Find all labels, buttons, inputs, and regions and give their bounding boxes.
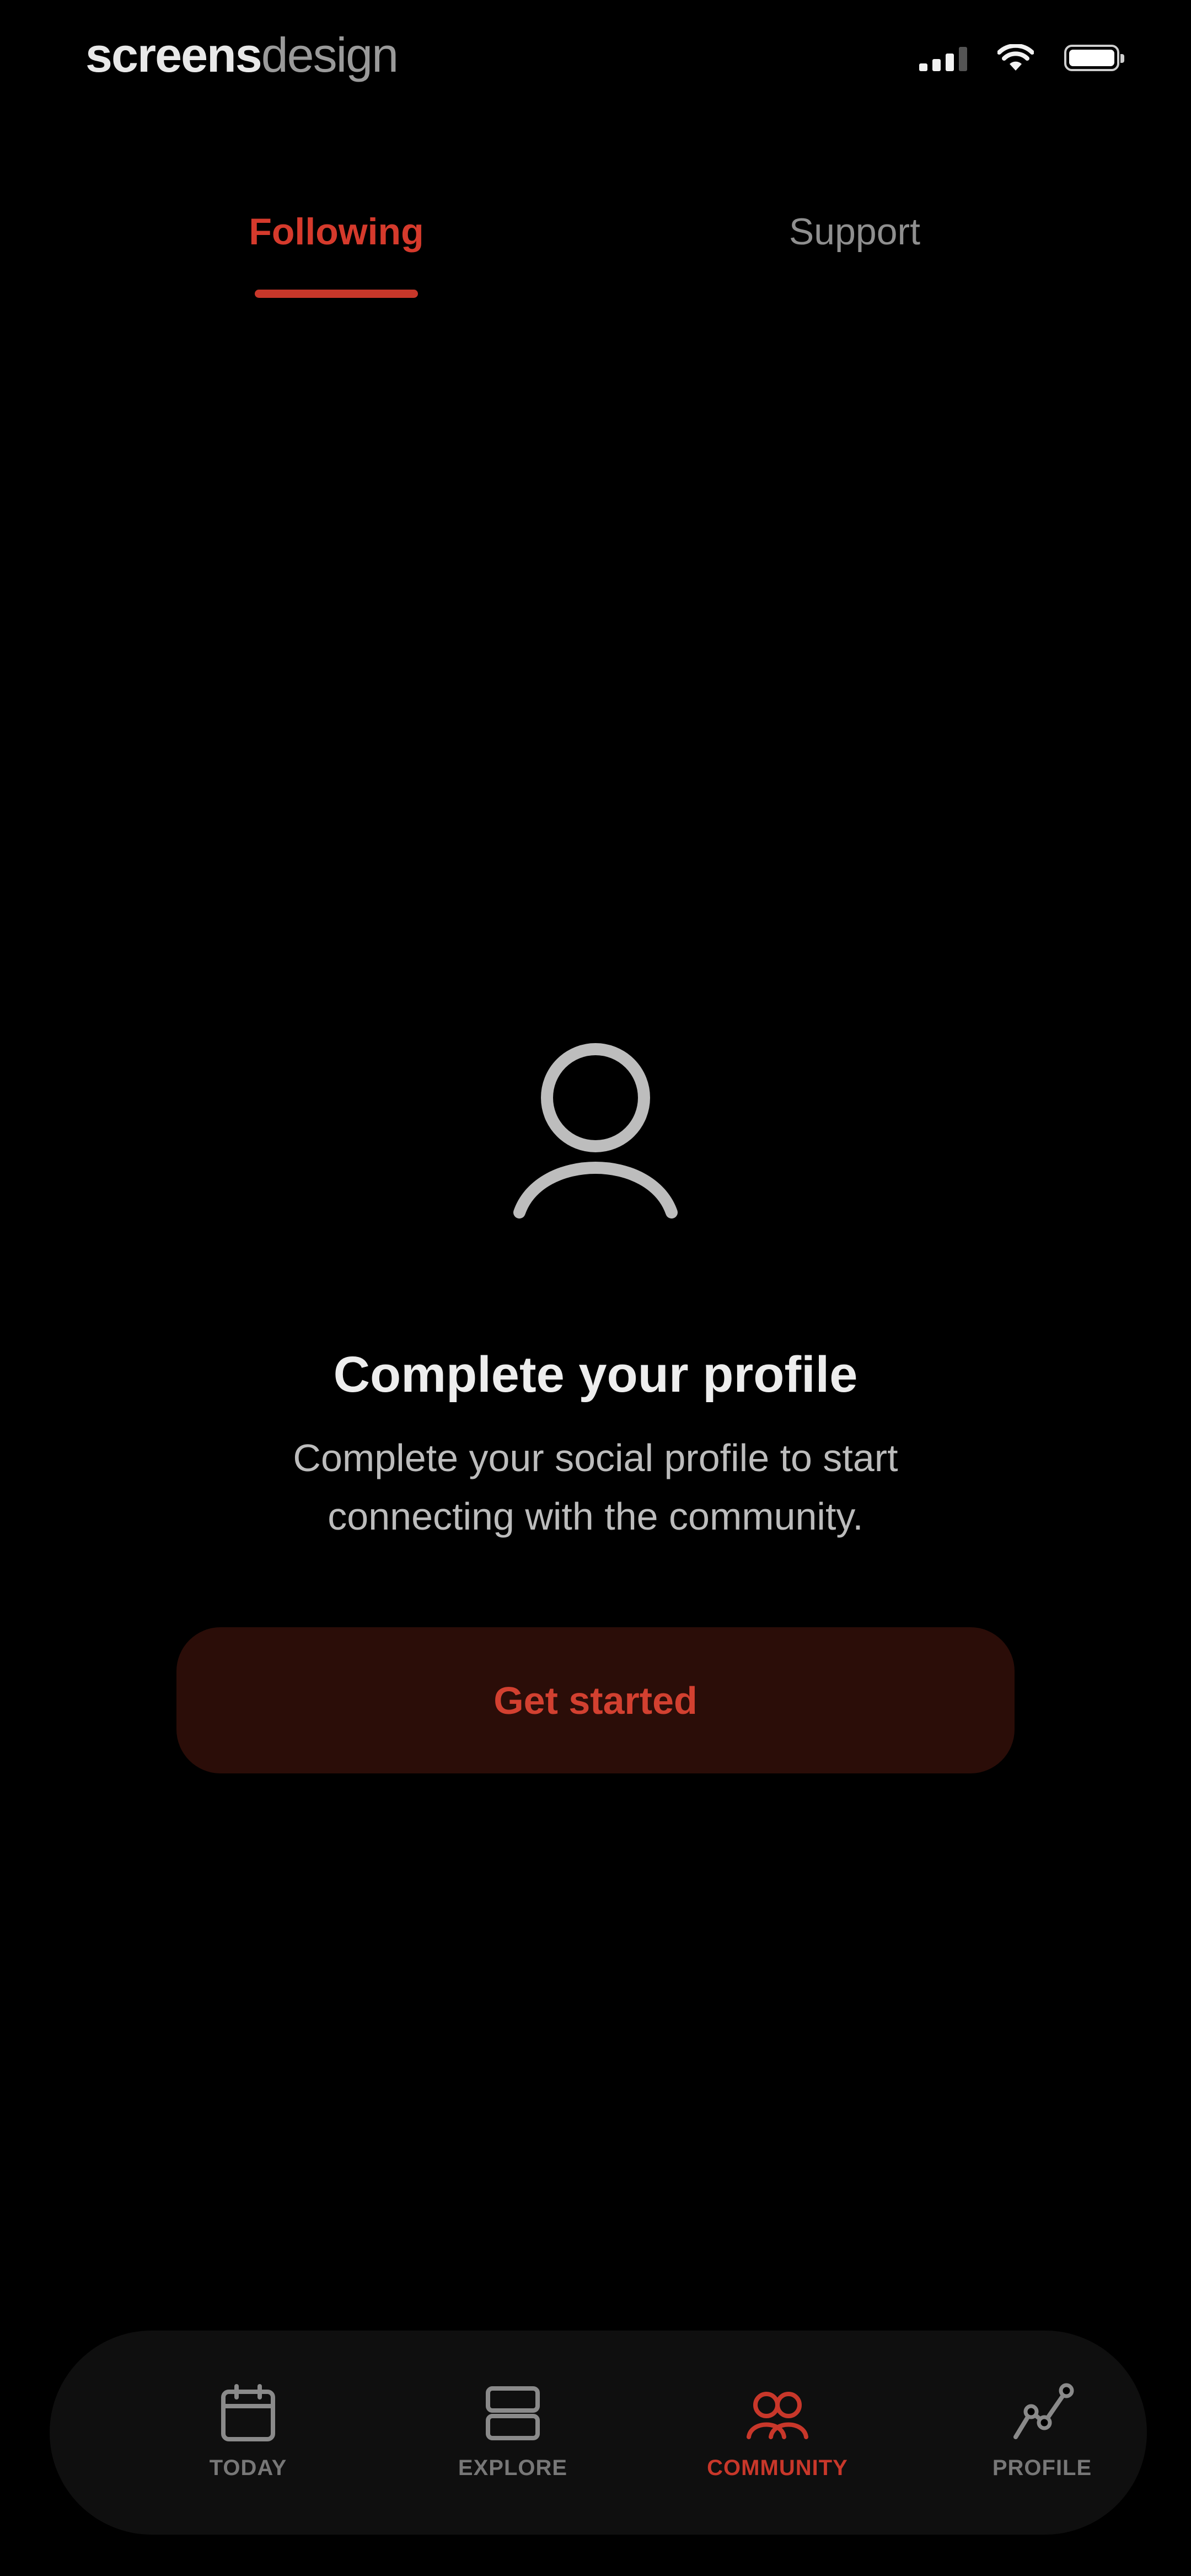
empty-state-title: Complete your profile — [333, 1346, 858, 1403]
signal-icon — [919, 45, 967, 71]
brand-logo: screensdesign — [85, 25, 399, 85]
nav-today[interactable]: TODAY — [165, 2383, 331, 2481]
chart-line-icon — [1013, 2383, 1074, 2439]
nav-label-profile: PROFILE — [992, 2456, 1092, 2480]
nav-profile[interactable]: PROFILE — [959, 2383, 1125, 2481]
brand-part-screens: screens — [85, 28, 262, 82]
brand-part-design: design — [261, 28, 399, 82]
nav-label-explore: EXPLORE — [458, 2456, 568, 2480]
bottom-nav: TODAY EXPLORE COMMUNITY PROFILE — [50, 2331, 1147, 2535]
nav-label-community: COMMUNITY — [707, 2456, 848, 2480]
tab-support[interactable]: Support — [717, 196, 993, 268]
nav-label-today: TODAY — [209, 2456, 287, 2480]
tab-bar: Following Support — [0, 196, 1191, 306]
wifi-icon — [997, 44, 1034, 71]
cards-icon — [486, 2386, 540, 2440]
user-icon — [513, 1043, 678, 1218]
nav-community[interactable]: COMMUNITY — [695, 2383, 860, 2481]
community-icon — [747, 2392, 808, 2439]
nav-explore[interactable]: EXPLORE — [430, 2383, 596, 2481]
calendar-icon — [221, 2384, 275, 2441]
status-icons — [919, 44, 1124, 72]
tab-following[interactable]: Following — [198, 196, 474, 268]
status-bar: screensdesign — [0, 0, 1191, 121]
active-tab-indicator — [255, 290, 418, 298]
empty-state-description: Complete your social profile to start co… — [293, 1436, 898, 1538]
get-started-button[interactable]: Get started — [176, 1627, 1015, 1773]
battery-icon — [1064, 45, 1124, 71]
